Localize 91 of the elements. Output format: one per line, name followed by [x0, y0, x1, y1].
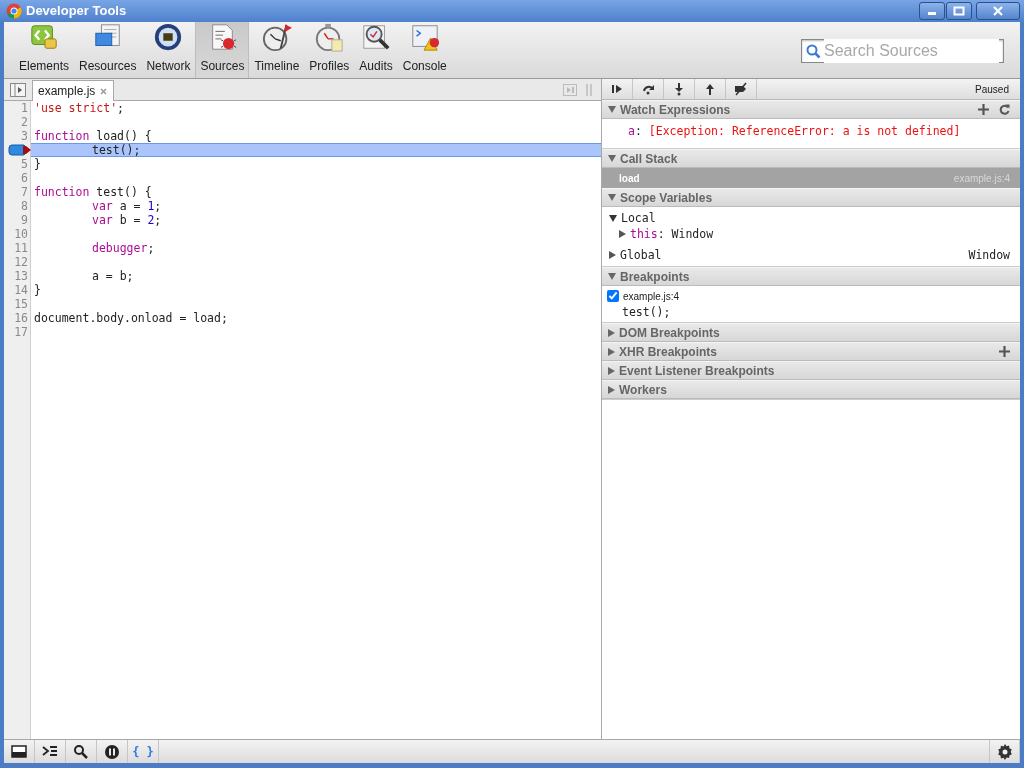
line-number: 2 [21, 115, 28, 129]
line-number: 8 [21, 199, 28, 213]
checkbox[interactable] [607, 290, 619, 303]
section-header[interactable]: DOM Breakpoints [602, 323, 1020, 343]
resume-icon [610, 82, 624, 96]
code-line: function test() { [33, 185, 153, 199]
search-icon [806, 43, 821, 59]
line-number: 15 [14, 297, 28, 311]
breakpoint-location[interactable]: example.js:4 [623, 288, 680, 304]
line-number: 16 [14, 311, 28, 325]
panel-tab[interactable]: Console [397, 22, 452, 78]
section-header[interactable]: Event Listener Breakpoints [602, 361, 1020, 381]
brackets-icon [28, 22, 60, 52]
add-icon[interactable] [978, 104, 989, 115]
section-title: Watch Expressions [620, 101, 731, 119]
section-header[interactable]: Watch Expressions [602, 100, 1020, 119]
line-number: 3 [21, 129, 28, 143]
watch-expression: a: [Exception: ReferenceError: a is not defined] [628, 123, 962, 140]
clock-flag-icon [260, 22, 293, 52]
pause-bars-icon [585, 83, 593, 96]
section-header[interactable]: Breakpoints [602, 267, 1020, 287]
line-number: 5 [21, 157, 28, 171]
section-title: Call Stack [620, 150, 678, 168]
code-line: var b = 2; [91, 213, 163, 227]
expand-arrow-icon[interactable] [609, 251, 616, 260]
pretty-print-button[interactable]: { } [128, 740, 159, 763]
section-header[interactable]: Scope Variables [602, 188, 1020, 208]
panel-tab[interactable]: Resources [74, 22, 142, 78]
line-number: 11 [14, 241, 28, 255]
code-line: 'use strict'; [33, 101, 126, 115]
panel-tab[interactable]: Sources [195, 22, 250, 78]
debugger-status: Paused [975, 82, 1009, 97]
line-number: 14 [14, 283, 28, 297]
minimize-button[interactable] [919, 2, 945, 20]
step-panel-icon [563, 83, 577, 96]
line-number: 10 [14, 227, 28, 241]
line-number: 17 [14, 325, 28, 339]
add-icon[interactable] [999, 346, 1010, 358]
section-header[interactable]: Call Stack [602, 149, 1020, 169]
scope-property: this: Window [630, 225, 714, 243]
deactivate-breakpoints-icon [734, 82, 748, 96]
section-header[interactable]: XHR Breakpoints [602, 342, 1020, 362]
code-line: } [33, 283, 42, 297]
code-line: document.body.onload = load; [33, 311, 229, 325]
panel-tab[interactable]: Timeline [249, 22, 305, 78]
section-header[interactable]: Workers [602, 380, 1020, 400]
code-line: function load() { [33, 129, 153, 143]
breakpoint-code: test(); [621, 304, 672, 321]
panel-tab[interactable]: Network [141, 22, 196, 78]
dock-icon [11, 743, 27, 760]
section-title: Event Listener Breakpoints [619, 362, 775, 380]
section-title: Scope Variables [620, 189, 713, 207]
settings-icon [995, 742, 1014, 761]
line-number: 9 [21, 213, 28, 227]
code-line: debugger; [91, 241, 156, 255]
panel-tab[interactable]: Profiles [304, 22, 355, 78]
line-number: 7 [21, 185, 28, 199]
scope-value: Window [968, 246, 1010, 264]
settings-button[interactable] [989, 740, 1020, 763]
frame-name: load [619, 171, 640, 186]
search-field[interactable]: Search Sources [801, 39, 1004, 63]
step-out-icon [703, 82, 717, 96]
line-number: 1 [21, 101, 28, 115]
close-icon[interactable] [100, 87, 108, 95]
code-line: a = b; [91, 269, 135, 283]
close-button[interactable] [976, 2, 1020, 20]
file-tab[interactable]: example.js [32, 80, 115, 101]
expand-arrow-icon[interactable] [609, 214, 617, 222]
close-icon [992, 6, 1004, 16]
section-title: XHR Breakpoints [619, 343, 718, 361]
panel-tab[interactable]: Elements [14, 22, 75, 78]
line-number: 13 [14, 269, 28, 283]
maximize-button[interactable] [946, 2, 972, 20]
section-title: DOM Breakpoints [619, 324, 720, 342]
scope-name: Local [621, 209, 656, 227]
code-line: var a = 1; [91, 199, 163, 213]
line-number: 12 [14, 255, 28, 269]
expand-arrow-icon[interactable] [619, 230, 626, 239]
maximize-icon [953, 6, 965, 16]
section-title: Breakpoints [620, 268, 690, 286]
scope-name: Global [620, 246, 662, 264]
sidebar-toggle-icon[interactable] [10, 83, 26, 97]
browser-logo-icon [6, 3, 22, 19]
line-number: 6 [21, 171, 28, 185]
panel-tab[interactable]: Audits [354, 22, 398, 78]
search-icon [73, 743, 89, 760]
pause-icon [104, 743, 120, 760]
code-line: } [33, 157, 42, 171]
window-title: Developer Tools [26, 2, 127, 21]
refresh-icon[interactable] [999, 104, 1010, 115]
section-title: Workers [619, 381, 667, 399]
